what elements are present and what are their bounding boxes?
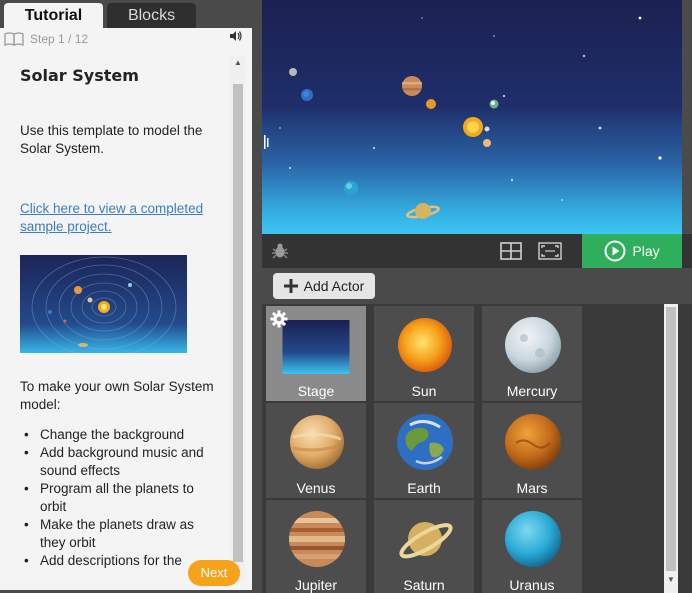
step-indicator: Step 1 / 12 bbox=[4, 32, 88, 46]
list-item: Add descriptions for the bbox=[20, 552, 215, 570]
list-item: Add background music and sound effects bbox=[20, 444, 215, 480]
gear-icon[interactable] bbox=[270, 310, 288, 328]
scrollbar-thumb[interactable] bbox=[666, 307, 676, 571]
actor-jupiter[interactable]: Jupiter bbox=[266, 500, 366, 593]
play-label: Play bbox=[632, 243, 660, 259]
tab-blocks[interactable]: Blocks bbox=[107, 3, 196, 28]
tutorial-steps-list: Change the background Add background mus… bbox=[20, 426, 215, 570]
saturn-icon bbox=[399, 522, 453, 559]
tutorial-title: Solar System bbox=[20, 66, 139, 85]
list-item: Program all the planets to orbit bbox=[20, 480, 215, 516]
grid-icon[interactable] bbox=[500, 242, 522, 260]
stage-thumbnail-icon bbox=[282, 320, 350, 374]
plus-icon bbox=[283, 279, 298, 293]
play-icon bbox=[604, 240, 626, 262]
solar-system-image bbox=[20, 255, 187, 353]
tutorial-scrollbar[interactable]: ▲ ▼ bbox=[231, 56, 245, 580]
uranus-icon bbox=[505, 511, 561, 567]
add-actor-button[interactable]: Add Actor bbox=[273, 273, 375, 299]
mercury-icon bbox=[505, 317, 561, 373]
actor-label: Saturn bbox=[403, 577, 445, 593]
actor-saturn[interactable]: Saturn bbox=[374, 500, 474, 593]
actor-sun[interactable]: Sun bbox=[374, 306, 474, 401]
actor-label: Stage bbox=[297, 383, 335, 399]
stage-scene bbox=[264, 16, 662, 219]
sun-icon bbox=[398, 318, 452, 372]
actor-label: Venus bbox=[296, 480, 336, 496]
tutorial-intro: Use this template to model the Solar Sys… bbox=[20, 123, 203, 156]
play-button[interactable]: Play bbox=[582, 234, 682, 268]
speaker-icon[interactable] bbox=[229, 30, 242, 45]
actor-earth[interactable]: Earth bbox=[374, 403, 474, 498]
actors-header: Add Actor bbox=[262, 268, 692, 304]
actor-label: Mercury bbox=[506, 383, 558, 399]
left-panel: Tutorial Blocks Step 1 / 12 Solar System… bbox=[0, 0, 262, 593]
add-actor-label: Add Actor bbox=[303, 278, 365, 294]
scrollbar-thumb[interactable] bbox=[233, 84, 243, 562]
sample-project-link[interactable]: Click here to view a completed sample pr… bbox=[20, 200, 220, 236]
bug-icon[interactable] bbox=[271, 242, 289, 260]
actor-uranus[interactable]: Uranus bbox=[482, 500, 582, 593]
actors-right-edge bbox=[678, 304, 692, 593]
jupiter-icon bbox=[289, 511, 345, 567]
stage-right-edge bbox=[682, 0, 692, 268]
book-icon bbox=[4, 32, 24, 46]
actor-grid: Stage Sun Mercury Venus Earth Mars Jupit… bbox=[262, 304, 664, 593]
actor-label: Sun bbox=[411, 383, 437, 399]
list-item: Change the background bbox=[20, 426, 215, 444]
actor-stage[interactable]: Stage bbox=[266, 306, 366, 401]
next-button[interactable]: Next bbox=[188, 560, 240, 586]
stage-toolbar: Play bbox=[262, 234, 692, 268]
mars-icon bbox=[505, 414, 561, 470]
tab-tutorial[interactable]: Tutorial bbox=[4, 3, 103, 28]
actor-venus[interactable]: Venus bbox=[266, 403, 366, 498]
actor-label: Earth bbox=[407, 480, 441, 496]
actors-scrollbar[interactable]: ▼ bbox=[664, 304, 678, 593]
actor-label: Mars bbox=[516, 480, 548, 496]
stage-canvas[interactable] bbox=[262, 0, 682, 234]
tutorial-body: To make your own Solar System model: bbox=[20, 379, 214, 412]
earth-icon bbox=[397, 414, 453, 470]
list-item: Make the planets draw as they orbit bbox=[20, 516, 215, 552]
scroll-down-arrow-icon[interactable]: ▼ bbox=[667, 575, 675, 584]
tab-bar: Tutorial Blocks bbox=[0, 0, 262, 28]
actor-mars[interactable]: Mars bbox=[482, 403, 582, 498]
actor-label: Uranus bbox=[509, 577, 555, 593]
venus-icon bbox=[290, 415, 344, 469]
actor-label: Jupiter bbox=[294, 577, 338, 593]
scroll-up-arrow-icon[interactable]: ▲ bbox=[234, 58, 242, 67]
actor-mercury[interactable]: Mercury bbox=[482, 306, 582, 401]
fullscreen-icon[interactable] bbox=[538, 242, 562, 260]
tutorial-panel: Step 1 / 12 Solar System Use this templa… bbox=[0, 28, 252, 590]
step-text: Step 1 / 12 bbox=[30, 32, 89, 46]
